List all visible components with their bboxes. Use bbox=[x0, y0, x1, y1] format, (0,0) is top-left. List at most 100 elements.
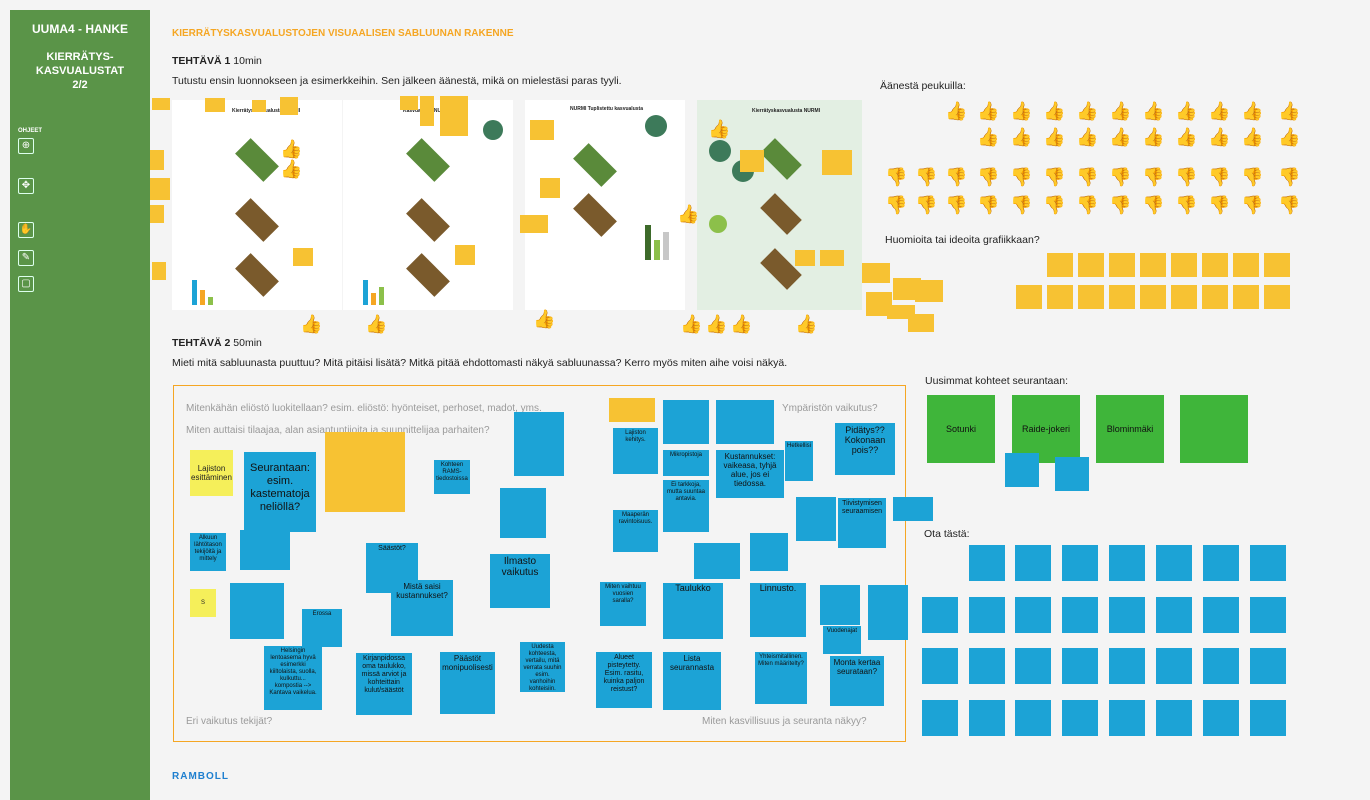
sticky-note[interactable] bbox=[663, 400, 709, 444]
sticky-note[interactable] bbox=[820, 250, 844, 266]
thumbs-down-icon[interactable]: 👎 bbox=[1175, 168, 1197, 186]
example-panel-2[interactable]: Kasvualusta NURMI bbox=[343, 100, 513, 310]
sticky-alueet[interactable]: Alueet pisteytetty. Esim. rasitu, kuinka… bbox=[596, 652, 652, 708]
sticky-note[interactable] bbox=[1078, 285, 1104, 309]
thumbs-up-icon[interactable]: 👍 bbox=[365, 315, 387, 333]
sticky-note[interactable] bbox=[1264, 253, 1290, 277]
thumbs-down-icon[interactable]: 👎 bbox=[945, 168, 967, 186]
sticky-note[interactable] bbox=[440, 96, 468, 136]
thumbs-down-icon[interactable]: 👎 bbox=[1278, 196, 1300, 214]
sticky-miten-vaihtuu[interactable]: Miten vaihtuu vuosien saralla? bbox=[600, 582, 646, 626]
sticky-note[interactable] bbox=[1078, 253, 1104, 277]
sticky-note[interactable] bbox=[893, 497, 933, 521]
sticky-note[interactable] bbox=[230, 583, 284, 639]
thumbs-down-icon[interactable]: 👎 bbox=[1208, 168, 1230, 186]
thumbs-down-icon[interactable]: 👎 bbox=[977, 196, 999, 214]
sticky-note[interactable] bbox=[1062, 648, 1098, 684]
thumbs-down-icon[interactable]: 👎 bbox=[945, 196, 967, 214]
thumbs-up-icon[interactable]: 👍 bbox=[1076, 102, 1098, 120]
thumbs-down-icon[interactable]: 👎 bbox=[1142, 196, 1164, 214]
thumbs-down-icon[interactable]: 👎 bbox=[1278, 168, 1300, 186]
sticky-hetkellinen[interactable]: Hetkellisi bbox=[785, 441, 813, 481]
sticky-note[interactable] bbox=[750, 533, 788, 571]
sticky-note[interactable] bbox=[740, 150, 764, 172]
sticky-lista-seurannasta[interactable]: Lista seurannasta bbox=[663, 652, 721, 710]
sticky-ilmasto[interactable]: Ilmasto vaikutus bbox=[490, 554, 550, 608]
sticky-note[interactable] bbox=[1005, 453, 1039, 487]
sticky-note[interactable] bbox=[150, 205, 164, 223]
sticky-s[interactable]: S bbox=[190, 589, 216, 617]
sticky-note[interactable] bbox=[325, 432, 405, 512]
thumbs-up-icon[interactable]: 👍 bbox=[533, 310, 555, 328]
sticky-note[interactable] bbox=[1233, 253, 1259, 277]
sticky-note[interactable] bbox=[205, 98, 225, 112]
sticky-note[interactable] bbox=[915, 280, 943, 302]
sticky-note[interactable] bbox=[520, 215, 548, 233]
thumbs-up-icon[interactable]: 👍 bbox=[730, 315, 752, 333]
sticky-alkuun[interactable]: Alkuun lähtötason tekijöitä ja mittely bbox=[190, 533, 226, 571]
sticky-note[interactable] bbox=[1250, 597, 1286, 633]
sticky-note[interactable] bbox=[1233, 285, 1259, 309]
thumbs-down-icon[interactable]: 👎 bbox=[1076, 196, 1098, 214]
sticky-lajiston-kehitys[interactable]: Lajiston kehitys. bbox=[613, 428, 658, 474]
sticky-note[interactable] bbox=[500, 488, 546, 538]
sticky-note[interactable] bbox=[1015, 597, 1051, 633]
thumbs-up-icon[interactable]: 👍 bbox=[300, 315, 322, 333]
thumbs-up-icon[interactable]: 👍 bbox=[1043, 128, 1065, 146]
sticky-note[interactable] bbox=[1109, 648, 1145, 684]
sticky-note[interactable] bbox=[252, 100, 266, 112]
sticky-note[interactable] bbox=[1264, 285, 1290, 309]
sticky-mikropistoja[interactable]: Mikropistoja bbox=[663, 450, 709, 476]
sticky-note[interactable] bbox=[820, 585, 860, 625]
sticky-paastot[interactable]: Päästöt monipuolisesti bbox=[440, 652, 495, 714]
sticky-erossa[interactable]: Erossa bbox=[302, 609, 342, 647]
sticky-ei-tarkkoja[interactable]: Ei tarkkoja, mutta suuntaa antavia. bbox=[663, 480, 709, 532]
thumbs-down-icon[interactable]: 👎 bbox=[1043, 168, 1065, 186]
green-note-empty[interactable] bbox=[1180, 395, 1248, 463]
sticky-note[interactable] bbox=[1202, 285, 1228, 309]
thumbs-up-icon[interactable]: 👍 bbox=[1241, 128, 1263, 146]
sticky-note[interactable] bbox=[1062, 545, 1098, 581]
sticky-note[interactable] bbox=[152, 98, 170, 110]
thumbs-down-icon[interactable]: 👎 bbox=[1010, 168, 1032, 186]
sticky-note[interactable] bbox=[1109, 545, 1145, 581]
thumbs-down-icon[interactable]: 👎 bbox=[915, 196, 937, 214]
thumbs-down-icon[interactable]: 👎 bbox=[1010, 196, 1032, 214]
sticky-note[interactable] bbox=[796, 497, 836, 541]
sticky-note[interactable] bbox=[1203, 597, 1239, 633]
thumbs-up-icon[interactable]: 👍 bbox=[1142, 102, 1164, 120]
green-note-blominmaki[interactable]: Blominmäki bbox=[1096, 395, 1164, 463]
sticky-note[interactable] bbox=[455, 245, 475, 265]
thumbs-up-icon[interactable]: 👍 bbox=[1142, 128, 1164, 146]
thumbs-down-icon[interactable]: 👎 bbox=[1208, 196, 1230, 214]
sticky-helsingin[interactable]: Helsingin lentoasema hyvä esimerkki kiil… bbox=[264, 646, 322, 710]
sticky-linnusto[interactable]: Linnusto. bbox=[750, 583, 806, 637]
sticky-note[interactable] bbox=[1203, 700, 1239, 736]
sticky-kohteen-rams[interactable]: Kohteen RAMS-tiedostoissa bbox=[434, 460, 470, 494]
sticky-note[interactable] bbox=[293, 248, 313, 266]
sticky-note[interactable] bbox=[1062, 700, 1098, 736]
sticky-note[interactable] bbox=[152, 262, 166, 280]
thumbs-up-icon[interactable]: 👍 bbox=[680, 315, 702, 333]
thumbs-up-icon[interactable]: 👍 bbox=[1241, 102, 1263, 120]
thumbs-up-icon[interactable]: 👍 bbox=[795, 315, 817, 333]
thumbs-up-icon[interactable]: 👍 bbox=[1278, 102, 1300, 120]
example-panel-1[interactable]: Kierrätyskasvualusta NURMI bbox=[172, 100, 342, 310]
sticky-note[interactable] bbox=[1156, 545, 1192, 581]
thumbs-up-icon[interactable]: 👍 bbox=[1010, 102, 1032, 120]
sticky-note[interactable] bbox=[1250, 700, 1286, 736]
sticky-note[interactable] bbox=[1140, 253, 1166, 277]
sticky-note[interactable] bbox=[1047, 285, 1073, 309]
thumbs-down-icon[interactable]: 👎 bbox=[1076, 168, 1098, 186]
sticky-note[interactable] bbox=[969, 700, 1005, 736]
sticky-tiivistymisen[interactable]: Tiivistymisen seuraamisen bbox=[838, 498, 886, 548]
sticky-note[interactable] bbox=[922, 597, 958, 633]
sticky-note[interactable] bbox=[922, 648, 958, 684]
sticky-note[interactable] bbox=[795, 250, 815, 266]
sticky-note[interactable] bbox=[1109, 285, 1135, 309]
thumbs-down-icon[interactable]: 👎 bbox=[885, 168, 907, 186]
sticky-lajiston-esittaminen[interactable]: Lajiston esittäminen bbox=[190, 450, 233, 496]
thumbs-up-icon[interactable]: 👍 bbox=[945, 102, 967, 120]
sticky-note[interactable] bbox=[822, 150, 852, 175]
sticky-note[interactable] bbox=[908, 314, 934, 332]
